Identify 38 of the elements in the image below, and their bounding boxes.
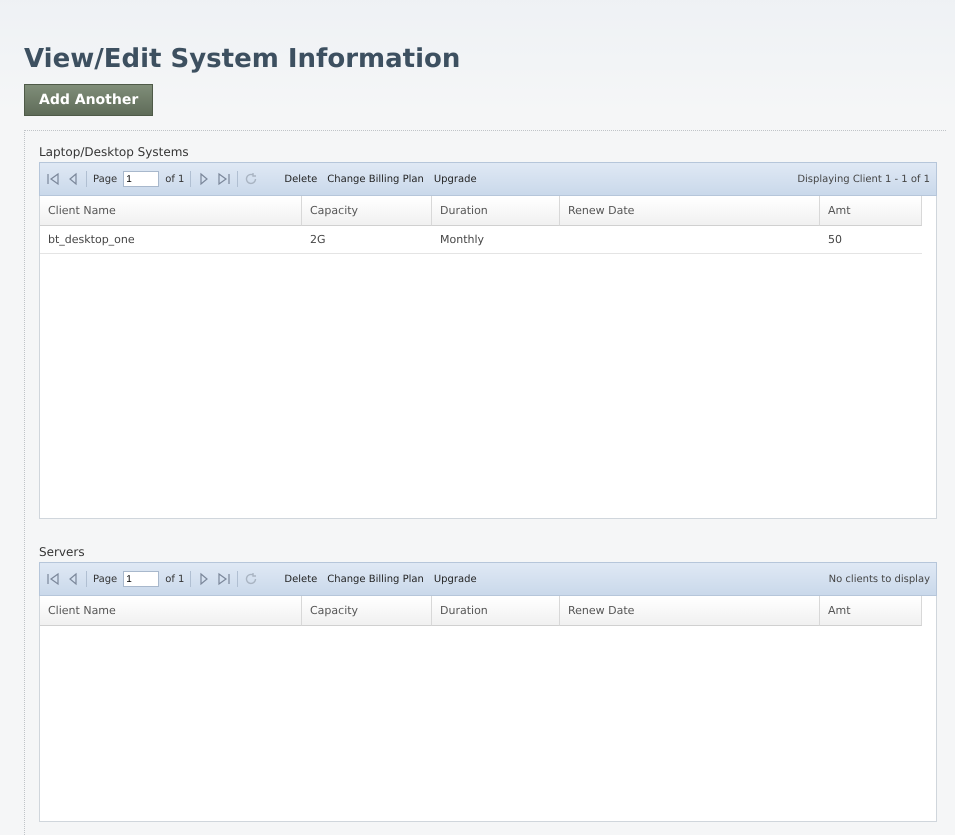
first-page-icon[interactable] [46,172,60,186]
display-info: Displaying Client 1 - 1 of 1 [797,174,930,184]
add-another-button[interactable]: Add Another [24,84,154,116]
page-count: of 1 [165,574,184,584]
table-cell: bt_desktop_one [48,233,135,246]
page-label: Page [93,574,118,584]
column-header[interactable]: Capacity [302,596,432,626]
toolbar-action-link[interactable]: Upgrade [434,174,477,184]
page-count: of 1 [165,174,184,184]
column-header[interactable]: Client Name [40,596,302,626]
column-header[interactable]: Capacity [302,196,432,226]
page-number-field[interactable]: 1 [123,171,160,187]
refresh-icon[interactable] [244,172,258,186]
page-number-field[interactable]: 1 [123,571,160,587]
display-info: No clients to display [828,574,930,584]
column-header[interactable]: Amt [820,596,922,626]
toolbar-action-link[interactable]: Delete [284,174,318,184]
column-header[interactable]: Client Name [40,196,302,226]
table-cell: 50 [828,233,842,246]
refresh-icon[interactable] [244,572,258,586]
column-header[interactable]: Renew Date [560,196,820,226]
column-header[interactable]: Duration [432,196,560,226]
table-cell: 2G [310,233,326,246]
first-page-icon[interactable] [46,572,60,586]
toolbar-action-link[interactable]: Upgrade [434,574,477,584]
table-cell: Monthly [440,233,484,246]
toolbar-action-link[interactable]: Delete [284,574,318,584]
page-label: Page [93,174,118,184]
toolbar-action-link[interactable]: Change Billing Plan [327,174,424,184]
column-header[interactable]: Duration [432,596,560,626]
column-header[interactable]: Renew Date [560,596,820,626]
section-title: Laptop/Desktop Systems [39,145,190,159]
column-header[interactable]: Amt [820,196,922,226]
toolbar-action-link[interactable]: Change Billing Plan [327,574,424,584]
section-title: Servers [39,545,86,559]
last-page-icon[interactable] [217,172,232,186]
page-title: View/Edit System Information [24,44,462,74]
last-page-icon[interactable] [217,572,232,586]
